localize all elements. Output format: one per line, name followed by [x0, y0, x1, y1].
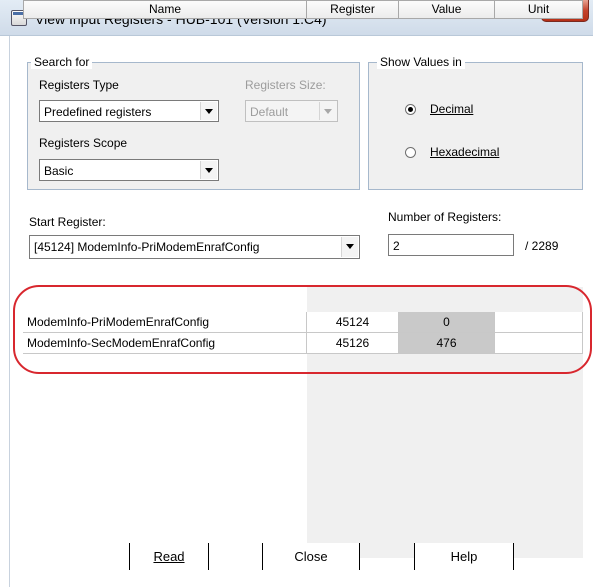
table-row-register[interactable]: 45124: [307, 312, 399, 333]
show-values-group: [368, 62, 583, 190]
read-button[interactable]: Read: [129, 543, 209, 570]
registers-type-select[interactable]: Predefined registers: [39, 100, 219, 122]
search-for-title: Search for: [31, 55, 93, 69]
registers-size-select[interactable]: Default: [245, 100, 338, 122]
number-of-registers-label: Number of Registers:: [388, 210, 502, 224]
column-header-value[interactable]: Value: [399, 0, 495, 19]
total-registers-count: / 2289: [525, 239, 559, 253]
hexadecimal-label[interactable]: Hexadecimal: [430, 145, 499, 159]
registers-scope-value: Basic: [44, 164, 74, 178]
column-header-name[interactable]: Name: [23, 0, 307, 19]
read-button-label: Read: [153, 549, 185, 564]
registers-size-label: Registers Size:: [245, 78, 326, 92]
table-row-value[interactable]: 476: [399, 333, 495, 354]
start-register-select[interactable]: [45124] ModemInfo-PriModemEnrafConfig: [29, 235, 360, 259]
registers-size-value: Default: [250, 105, 289, 119]
start-register-value: [45124] ModemInfo-PriModemEnrafConfig: [34, 240, 260, 254]
registers-type-label: Registers Type: [39, 78, 119, 92]
chevron-down-icon[interactable]: [341, 237, 358, 257]
table-row-register[interactable]: 45126: [307, 333, 399, 354]
chevron-down-icon[interactable]: [200, 102, 217, 120]
decimal-label[interactable]: Decimal: [430, 102, 473, 116]
table-row-unit[interactable]: [495, 333, 583, 354]
help-button[interactable]: Help: [414, 543, 514, 570]
show-values-title: Show Values in: [377, 55, 465, 69]
start-register-label: Start Register:: [29, 215, 106, 229]
table-row-unit[interactable]: [495, 312, 583, 333]
chevron-down-icon[interactable]: [319, 102, 336, 120]
table-row-name[interactable]: ModemInfo-SecModemEnrafConfig: [23, 333, 307, 354]
number-of-registers-value: 2: [393, 239, 400, 253]
close-button[interactable]: Close: [262, 543, 360, 570]
table-row-name[interactable]: ModemInfo-PriModemEnrafConfig: [23, 312, 307, 333]
hexadecimal-radio[interactable]: [405, 147, 416, 158]
dialog-window: View Input Registers - HUB-101 (Version …: [0, 0, 593, 587]
registers-scope-label: Registers Scope: [39, 136, 128, 150]
registers-type-value: Predefined registers: [44, 105, 152, 119]
column-header-register[interactable]: Register: [307, 0, 399, 19]
registers-scope-select[interactable]: Basic: [39, 159, 219, 181]
table-row-value[interactable]: 0: [399, 312, 495, 333]
number-of-registers-input[interactable]: 2: [388, 234, 514, 256]
decimal-radio[interactable]: [405, 104, 416, 115]
column-header-unit[interactable]: Unit: [495, 0, 583, 19]
chevron-down-icon[interactable]: [200, 161, 217, 179]
